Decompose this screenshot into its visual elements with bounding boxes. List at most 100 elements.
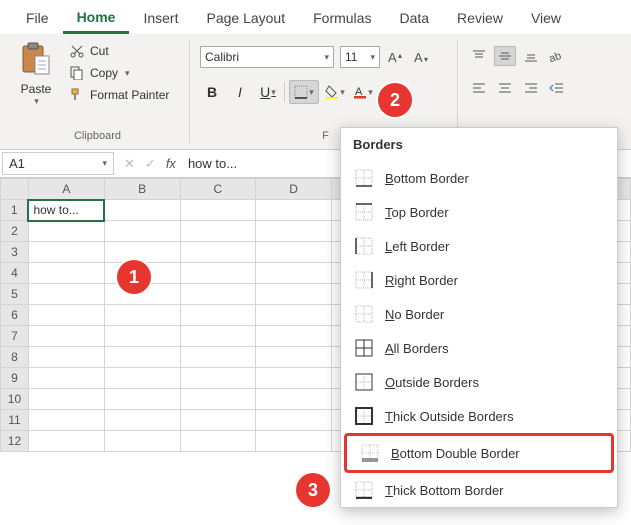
borders-item-no-border[interactable]: No Border (341, 297, 617, 331)
borders-item-bottom-border[interactable]: Bottom Border (341, 161, 617, 195)
chevron-down-icon[interactable]: ▾ (368, 87, 373, 98)
cut-button[interactable]: Cut (66, 42, 173, 60)
formatpainter-label: Format Painter (90, 88, 169, 102)
align-top-icon[interactable] (468, 46, 490, 66)
menu-formulas[interactable]: Formulas (299, 4, 385, 32)
annotation-step-1: 1 (117, 260, 151, 294)
menu-review[interactable]: Review (443, 4, 517, 32)
orientation-icon[interactable]: ab (546, 46, 568, 66)
select-all-corner[interactable] (1, 179, 29, 200)
borders-item-label: Top Border (385, 205, 449, 220)
borders-item-label: Thick Bottom Border (385, 483, 504, 498)
borders-item-label: Bottom Border (385, 171, 469, 186)
borders-item-label: All Borders (385, 341, 449, 356)
row-header-10[interactable]: 10 (1, 389, 29, 410)
borders-item-top-border[interactable]: Top Border (341, 195, 617, 229)
cancel-icon[interactable]: ✕ (124, 156, 135, 172)
row-header-7[interactable]: 7 (1, 326, 29, 347)
row-header-12[interactable]: 12 (1, 431, 29, 452)
decrease-font-icon[interactable]: A▾ (412, 48, 432, 66)
increase-font-icon[interactable]: A▴ (386, 48, 406, 66)
align-bottom-icon[interactable] (520, 46, 542, 66)
cell[interactable] (104, 200, 180, 221)
row-header-3[interactable]: 3 (1, 242, 29, 263)
row-header-1[interactable]: 1 (1, 200, 29, 221)
chevron-down-icon[interactable]: ▾ (34, 96, 39, 107)
font-color-button[interactable]: A▾ (351, 80, 375, 104)
borders-item-thick-bottom-border[interactable]: Thick Bottom Border (341, 473, 617, 507)
cut-label: Cut (90, 44, 109, 58)
col-header-D[interactable]: D (256, 179, 332, 200)
border-icon (355, 339, 373, 357)
chevron-down-icon[interactable]: ▾ (102, 158, 107, 169)
copy-button[interactable]: Copy ▾ (66, 64, 173, 82)
font-name-select[interactable]: Calibri ▾ (200, 46, 334, 68)
borders-item-outside-borders[interactable]: Outside Borders (341, 365, 617, 399)
border-icon (355, 169, 373, 187)
cell[interactable] (180, 200, 256, 221)
borders-item-bottom-double-border[interactable]: Bottom Double Border (344, 433, 614, 473)
borders-item-thick-outside-borders[interactable]: Thick Outside Borders (341, 399, 617, 433)
name-box-value: A1 (9, 156, 25, 171)
borders-dropdown: Borders Bottom BorderTop BorderLeft Bord… (340, 127, 618, 508)
name-box[interactable]: A1 ▾ (2, 152, 114, 175)
border-icon (361, 444, 379, 462)
borders-button[interactable]: ▾ (289, 80, 319, 104)
formatpainter-button[interactable]: Format Painter (66, 86, 173, 104)
border-icon (355, 203, 373, 221)
border-icon (355, 407, 373, 425)
italic-button[interactable]: I (228, 80, 252, 104)
clipboard-side: Cut Copy ▾ Format Painter (66, 42, 173, 127)
borders-item-all-borders[interactable]: All Borders (341, 331, 617, 365)
align-left-icon[interactable] (468, 78, 490, 98)
font-name-value: Calibri (205, 50, 239, 64)
chevron-down-icon[interactable]: ▾ (309, 87, 314, 98)
menu-tabs: File Home Insert Page Layout Formulas Da… (0, 0, 631, 34)
row-header-4[interactable]: 4 (1, 263, 29, 284)
paste-icon (19, 42, 53, 78)
row-header-9[interactable]: 9 (1, 368, 29, 389)
borders-item-label: Thick Outside Borders (385, 409, 514, 424)
row-header-11[interactable]: 11 (1, 410, 29, 431)
fx-icon[interactable]: fx (166, 156, 176, 171)
underline-button[interactable]: U▾ (256, 80, 280, 104)
row-header-2[interactable]: 2 (1, 221, 29, 242)
menu-file[interactable]: File (12, 4, 63, 32)
cell-A1[interactable]: how to... (28, 200, 104, 221)
menu-view[interactable]: View (517, 4, 575, 32)
chevron-down-icon[interactable]: ▾ (340, 87, 345, 98)
row-header-5[interactable]: 5 (1, 284, 29, 305)
scissors-icon (70, 44, 84, 58)
col-header-A[interactable]: A (28, 179, 104, 200)
borders-item-left-border[interactable]: Left Border (341, 229, 617, 263)
row-header-6[interactable]: 6 (1, 305, 29, 326)
chevron-down-icon[interactable]: ▾ (324, 52, 329, 63)
chevron-down-icon[interactable]: ▾ (370, 52, 375, 63)
col-header-C[interactable]: C (180, 179, 256, 200)
font-size-value: 11 (345, 50, 357, 64)
copy-label: Copy (90, 66, 118, 80)
menu-pagelayout[interactable]: Page Layout (192, 4, 299, 32)
menu-home[interactable]: Home (63, 3, 130, 34)
borders-item-right-border[interactable]: Right Border (341, 263, 617, 297)
cell[interactable] (28, 221, 104, 242)
enter-icon[interactable]: ✓ (145, 156, 156, 172)
chevron-down-icon: ▾ (271, 87, 276, 98)
border-icon (355, 481, 373, 499)
font-size-select[interactable]: 11 ▾ (340, 46, 380, 68)
decrease-indent-icon[interactable] (546, 78, 568, 98)
svg-text:A: A (414, 50, 423, 64)
align-right-icon[interactable] (520, 78, 542, 98)
chevron-down-icon[interactable]: ▾ (125, 68, 130, 79)
col-header-B[interactable]: B (104, 179, 180, 200)
menu-insert[interactable]: Insert (129, 4, 192, 32)
align-center-icon[interactable] (494, 78, 516, 98)
align-middle-icon[interactable] (494, 46, 516, 66)
menu-data[interactable]: Data (385, 4, 443, 32)
cell[interactable] (256, 200, 332, 221)
row-header-8[interactable]: 8 (1, 347, 29, 368)
bold-button[interactable]: B (200, 80, 224, 104)
border-icon (355, 271, 373, 289)
fill-color-button[interactable]: ▾ (323, 80, 347, 104)
paste-button[interactable]: Paste ▾ (12, 42, 60, 127)
